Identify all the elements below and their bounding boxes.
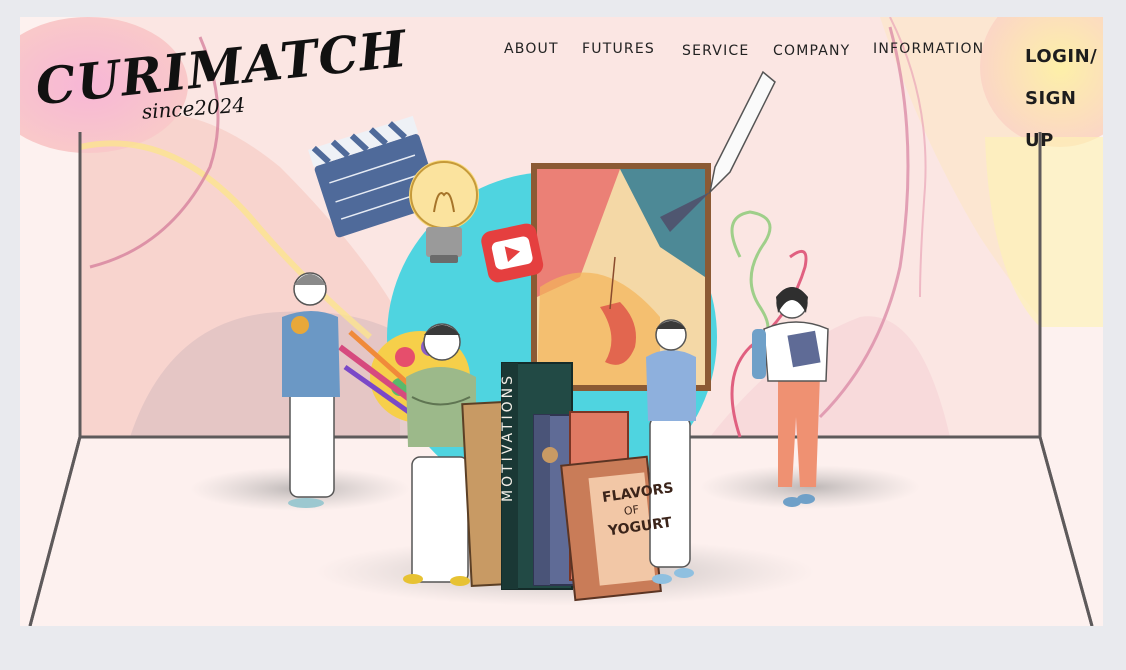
book-spine-label: MOTIVATIONS xyxy=(500,372,516,502)
nav-item-about[interactable]: ABOUT xyxy=(504,41,559,57)
book-cover-label-2: OF xyxy=(623,503,640,518)
nav-item-service[interactable]: SERVICE xyxy=(682,43,749,59)
nav-item-company[interactable]: COMPANY xyxy=(773,43,850,59)
signup-label: SIGN UP xyxy=(1025,88,1077,151)
login-label: LOGIN/ xyxy=(1025,46,1098,67)
hero-frame: MOTIVATIONS FLAVORS OF YOGURT CURIMATCH … xyxy=(20,17,1103,626)
nav-item-futures[interactable]: FUTURES xyxy=(582,41,655,57)
login-signup-link[interactable]: LOGIN/ SIGN UP xyxy=(1025,36,1103,162)
brand-logo[interactable]: CURIMATCH since2024 xyxy=(33,19,410,149)
nav-item-information[interactable]: INFORMATION xyxy=(873,41,984,57)
